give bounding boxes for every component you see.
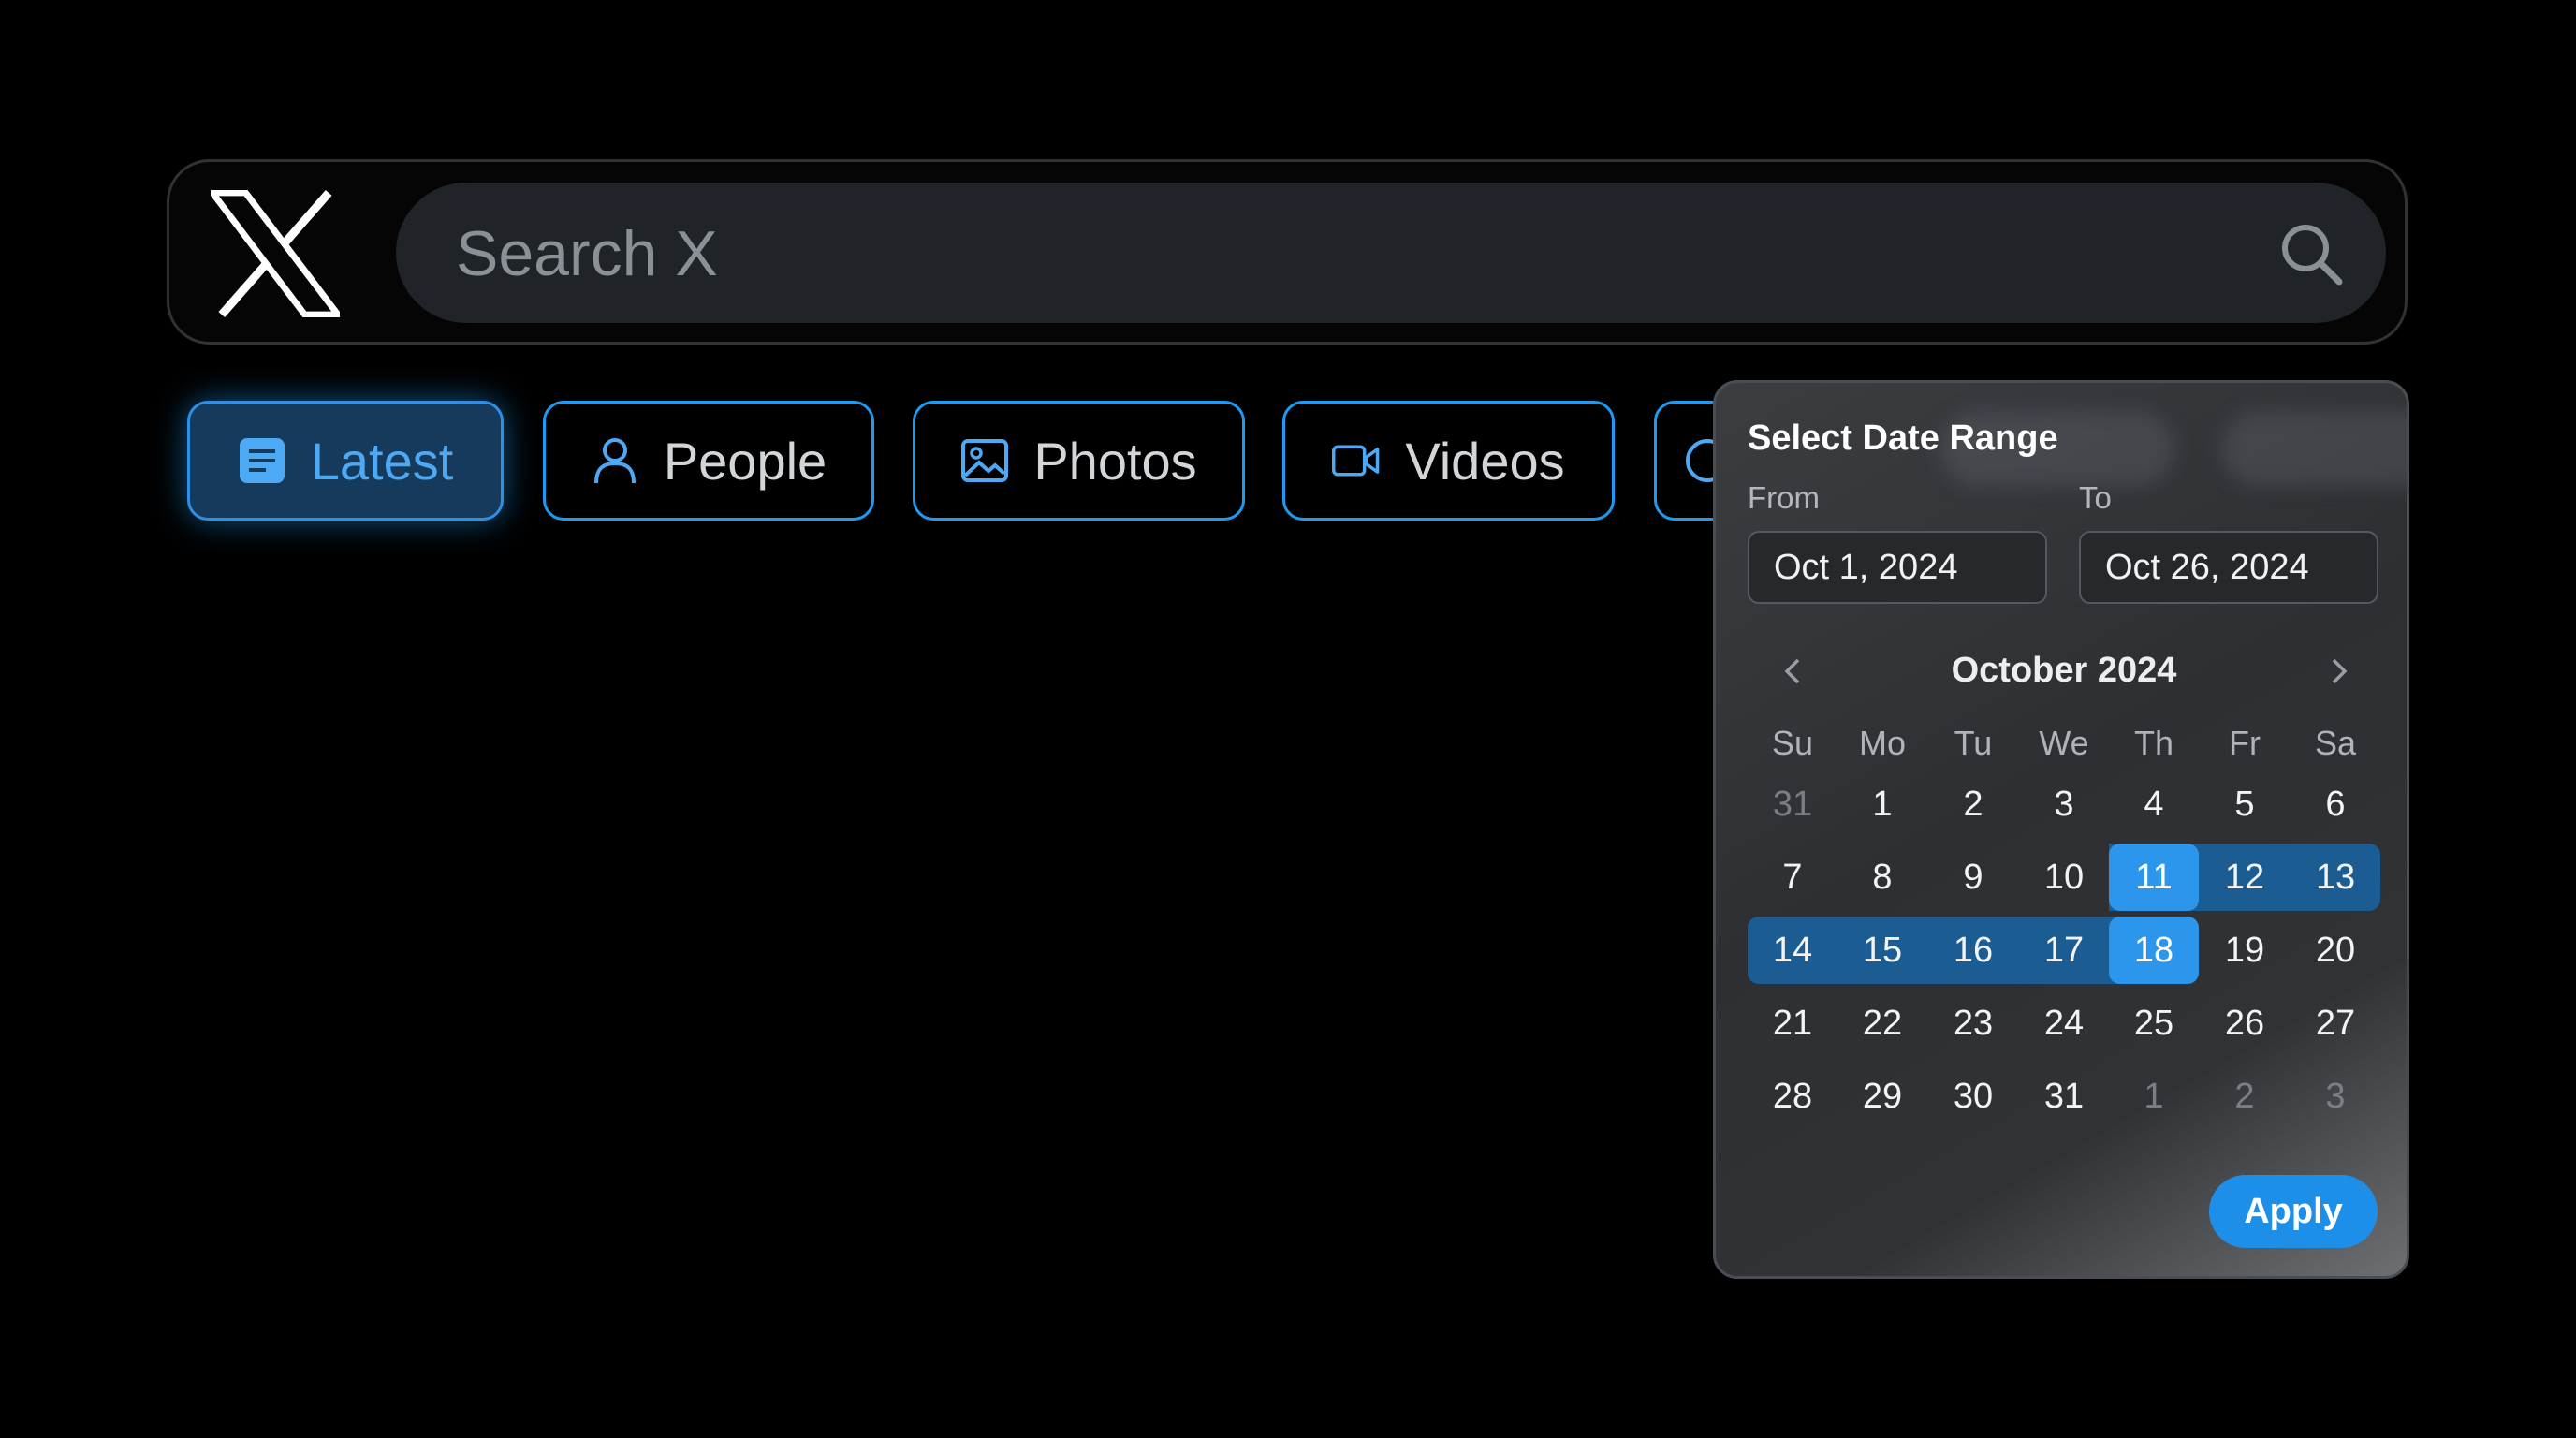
weekday-label: Th bbox=[2133, 724, 2174, 762]
calendar-day-range-start[interactable]: 11 bbox=[2109, 844, 2199, 911]
calendar-day[interactable]: 24 bbox=[2019, 990, 2109, 1057]
calendar-day[interactable]: 29 bbox=[1837, 1063, 1927, 1130]
search-bar bbox=[167, 159, 2408, 345]
calendar-day[interactable]: 3 bbox=[2019, 770, 2109, 838]
calendar-day[interactable]: 4 bbox=[2109, 770, 2199, 838]
search-input[interactable] bbox=[454, 183, 2236, 325]
tab-videos[interactable]: Videos bbox=[1282, 401, 1615, 521]
calendar-day-outside-month[interactable]: 2 bbox=[2200, 1063, 2290, 1130]
tab-photos-label: Photos bbox=[1033, 431, 1197, 491]
search-icon[interactable] bbox=[2277, 220, 2345, 287]
calendar-day[interactable]: 30 bbox=[1928, 1063, 2018, 1130]
calendar-day-in-range[interactable]: 13 bbox=[2291, 844, 2380, 911]
calendar-day[interactable]: 26 bbox=[2200, 990, 2290, 1057]
calendar-day[interactable]: 21 bbox=[1748, 990, 1837, 1057]
search-field[interactable] bbox=[396, 183, 2386, 325]
calendar-day[interactable]: 31 bbox=[2019, 1063, 2109, 1130]
calendar-day-in-range[interactable]: 16 bbox=[1928, 917, 2018, 984]
calendar-day[interactable]: 27 bbox=[2291, 990, 2380, 1057]
weekday-label: Sa bbox=[2314, 724, 2357, 762]
weekday-label: Fr bbox=[2229, 724, 2261, 762]
weekday-label: We bbox=[2039, 724, 2089, 762]
calendar-month-label: October 2024 bbox=[1951, 651, 2177, 690]
calendar-day[interactable]: 10 bbox=[2019, 844, 2109, 911]
x-logo-icon[interactable] bbox=[211, 190, 340, 317]
from-label: From bbox=[1748, 480, 1820, 515]
calendar-day[interactable]: 20 bbox=[2291, 917, 2380, 984]
calendar-day-outside-month[interactable]: 3 bbox=[2291, 1063, 2380, 1130]
video-icon bbox=[1332, 445, 1380, 477]
calendar-day[interactable]: 8 bbox=[1837, 844, 1927, 911]
next-month-icon[interactable] bbox=[2320, 653, 2358, 690]
weekday-label: Mo bbox=[1858, 724, 1906, 762]
calendar-day[interactable]: 28 bbox=[1748, 1063, 1837, 1130]
to-date-field[interactable]: Oct 26, 2024 bbox=[2079, 531, 2378, 604]
date-range-popover: Select Date Range From To Oct 1, 2024 Oc… bbox=[1713, 380, 2409, 1279]
calendar-day[interactable]: 22 bbox=[1837, 990, 1927, 1057]
tab-latest[interactable]: Latest bbox=[187, 401, 504, 521]
image-icon bbox=[961, 439, 1009, 482]
weekday-label: Tu bbox=[1954, 724, 1993, 762]
calendar-day-outside-month[interactable]: 31 bbox=[1748, 770, 1837, 838]
calendar-day[interactable]: 2 bbox=[1928, 770, 2018, 838]
calendar-day-in-range[interactable]: 12 bbox=[2200, 844, 2290, 911]
calendar-day[interactable]: 19 bbox=[2200, 917, 2290, 984]
tab-photos[interactable]: Photos bbox=[913, 401, 1245, 521]
tab-latest-label: Latest bbox=[310, 431, 454, 491]
document-icon bbox=[239, 438, 285, 483]
weekday-label: Su bbox=[1771, 724, 1814, 762]
to-label: To bbox=[2079, 480, 2112, 515]
calendar-day-range-end[interactable]: 18 bbox=[2109, 917, 2199, 984]
calendar-day-in-range[interactable]: 14 bbox=[1748, 917, 1837, 984]
calendar-day[interactable]: 1 bbox=[1837, 770, 1927, 838]
calendar-day-in-range[interactable]: 17 bbox=[2019, 917, 2109, 984]
tab-people[interactable]: People bbox=[543, 401, 874, 521]
calendar-day-outside-month[interactable]: 1 bbox=[2109, 1063, 2199, 1130]
calendar-day[interactable]: 25 bbox=[2109, 990, 2199, 1057]
calendar-day[interactable]: 23 bbox=[1928, 990, 2018, 1057]
person-icon bbox=[593, 438, 636, 484]
calendar-day[interactable]: 7 bbox=[1748, 844, 1837, 911]
calendar-day-in-range[interactable]: 15 bbox=[1837, 917, 1927, 984]
calendar-day[interactable]: 5 bbox=[2200, 770, 2290, 838]
tab-people-label: People bbox=[663, 431, 827, 491]
calendar-day[interactable]: 9 bbox=[1928, 844, 2018, 911]
blurred-background-tab bbox=[2221, 411, 2407, 486]
calendar-day[interactable]: 6 bbox=[2291, 770, 2380, 838]
popover-title: Select Date Range bbox=[1748, 418, 2058, 458]
tab-videos-label: Videos bbox=[1405, 431, 1565, 491]
apply-button[interactable]: Apply bbox=[2209, 1175, 2378, 1248]
from-date-field[interactable]: Oct 1, 2024 bbox=[1748, 531, 2047, 604]
